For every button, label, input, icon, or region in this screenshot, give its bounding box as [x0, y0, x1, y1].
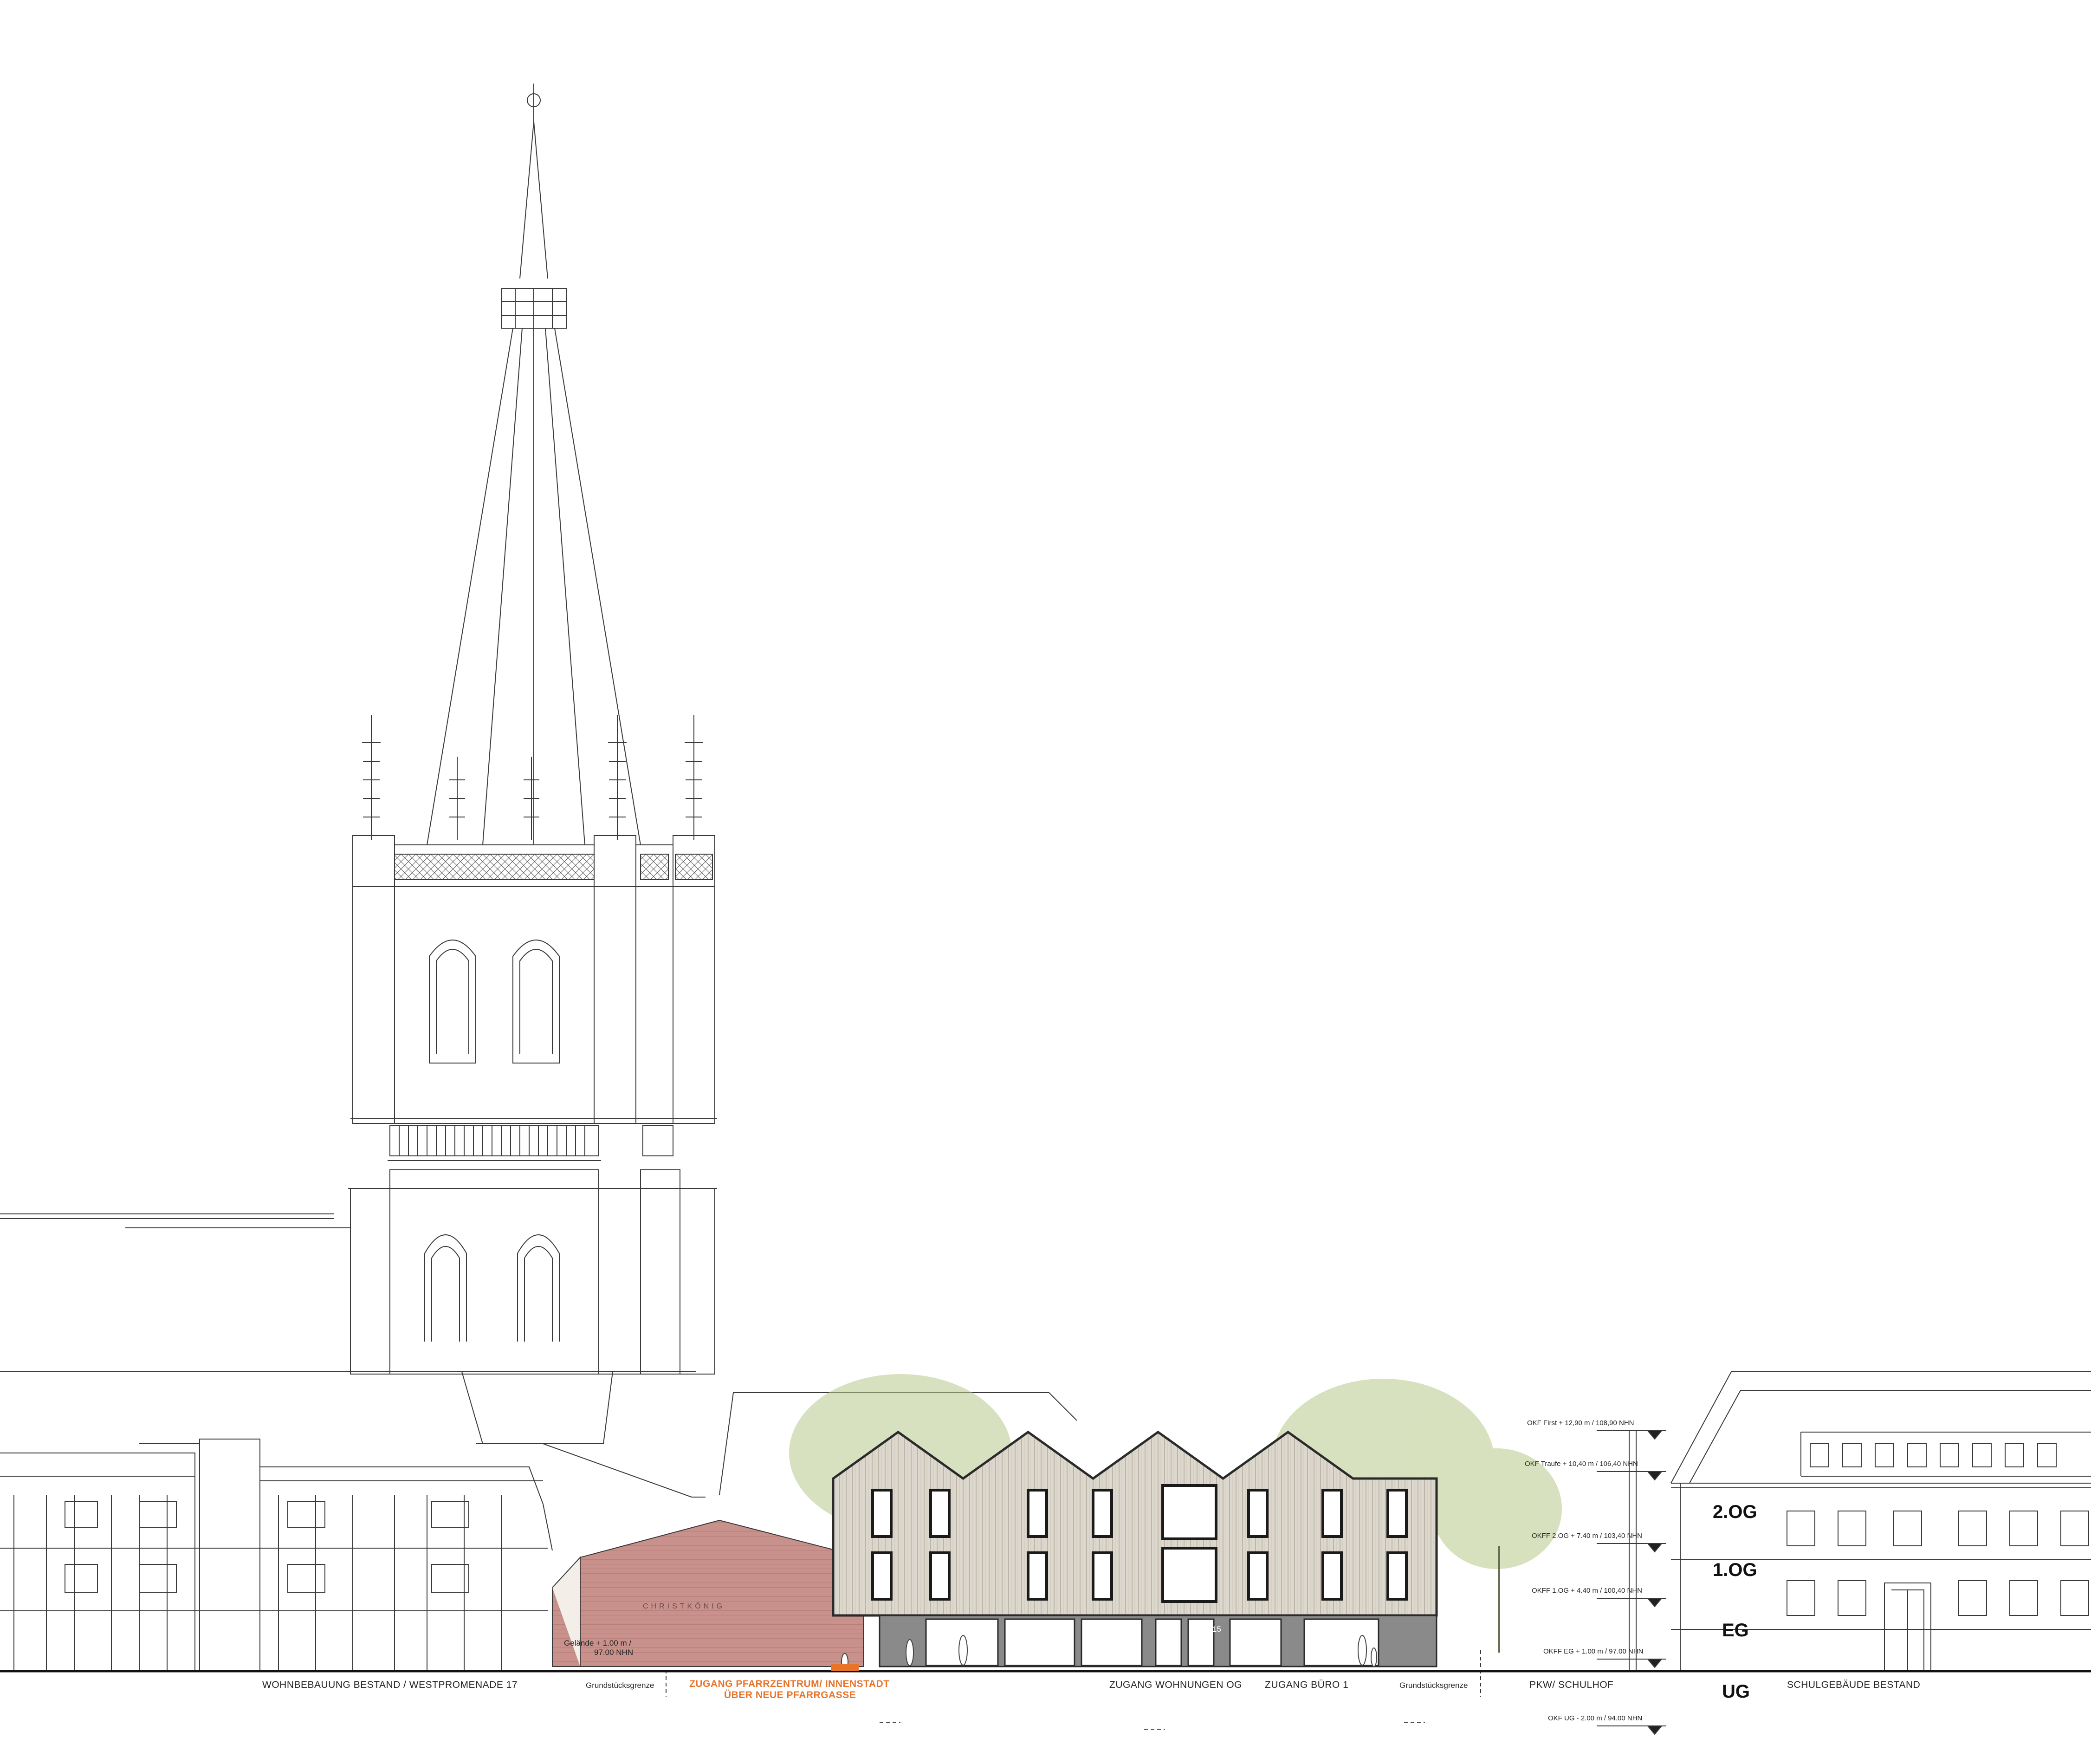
level-2og: OKFF 2.OG + 7.40 m / 103,40 NHN [1532, 1532, 1643, 1540]
church-spire [427, 84, 641, 845]
level-traufe: OKF Traufe + 10,40 m / 106,40 NHN [1525, 1460, 1638, 1468]
level-ug: OKF UG - 2.00 m / 94.00 NHN [1548, 1714, 1643, 1722]
elevation-drawing: WOHNBEBAUUNG BESTAND / WESTPROMENADE 17 … [0, 0, 2091, 1764]
church-tower [0, 835, 717, 1375]
floor-label-eg: EG [1722, 1620, 1749, 1641]
level-eg: OKFF EG + 1.00 m / 97.00 NHN [1543, 1647, 1644, 1655]
entrance-marker [831, 1664, 859, 1671]
tower-pinnacles [362, 715, 703, 840]
label-grundstuecksgrenze-right: Grundstücksgrenze [1399, 1681, 1468, 1690]
label-zugang-buero: ZUGANG BÜRO 1 [1265, 1680, 1349, 1690]
label-zugang-wohnungen: ZUGANG WOHNUNGEN OG [1109, 1680, 1242, 1690]
label-zugang-pfarrzentrum: ZUGANG PFARRZENTRUM/ INNENSTADT [689, 1679, 890, 1689]
existing-residential-left [0, 1439, 553, 1672]
label-pkw-schulhof: PKW/ SCHULHOF [1529, 1680, 1614, 1690]
label-gelaende-1: Gelände + 1.00 m / [564, 1639, 632, 1647]
label-gelaende-2: 97.00 NHN [594, 1648, 634, 1657]
floor-label-2og: 2.OG [1713, 1502, 1757, 1522]
elevation-svg [0, 84, 2091, 1735]
label-wohnbebauung: WOHNBEBAUUNG BESTAND / WESTPROMENADE 17 [262, 1680, 518, 1690]
level-first: OKF First + 12,90 m / 108,90 NHN [1527, 1419, 1634, 1427]
church-sign: CHRISTKÖNIG [643, 1602, 725, 1610]
floor-label-ug: UG [1722, 1681, 1750, 1702]
label-schulgebaeude: SCHULGEBÄUDE BESTAND [1787, 1680, 1921, 1690]
label-grundstuecksgrenze-left: Grundstücksgrenze [586, 1681, 654, 1690]
door-number: 15 [1212, 1625, 1221, 1634]
label-zugang-pfarrgasse: ÜBER NEUE PFARRGASSE [724, 1690, 856, 1700]
floor-label-1og: 1.OG [1713, 1560, 1757, 1580]
level-1og: OKFF 1.OG + 4.40 m / 100,40 NHN [1532, 1587, 1643, 1595]
